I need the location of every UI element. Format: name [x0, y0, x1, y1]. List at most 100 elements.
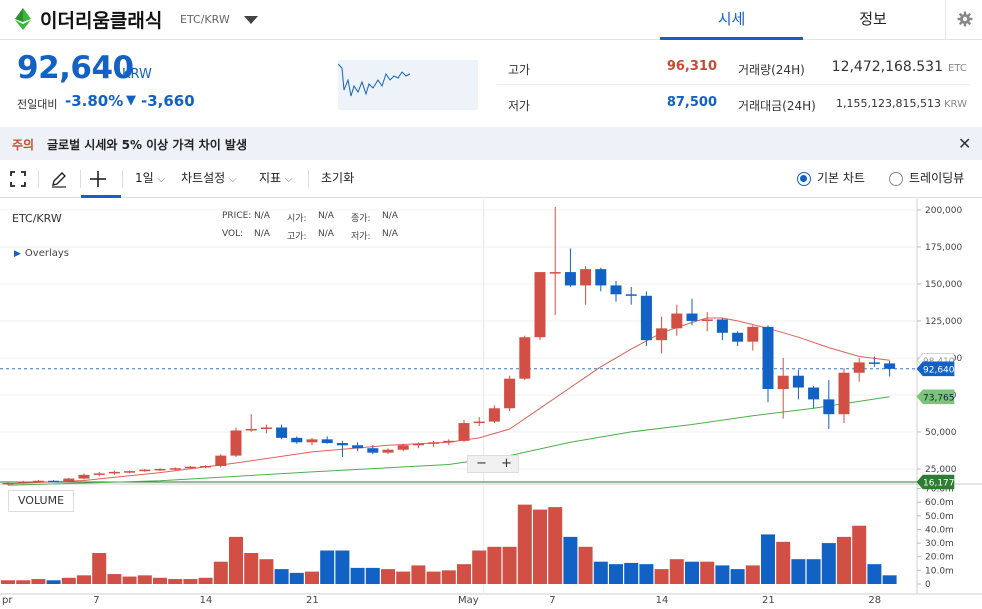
x-tick-label: 21 [306, 595, 319, 606]
candle-body [808, 387, 820, 400]
volume-bar [472, 550, 487, 584]
indicators-dropdown[interactable]: 지표 ⌵ [259, 160, 293, 198]
tradingview-label[interactable]: 트레이딩뷰 [909, 160, 964, 198]
tab-price[interactable]: 시세 [660, 0, 803, 40]
volume-bar [624, 562, 639, 584]
volume-bar [92, 553, 107, 584]
price-chart[interactable]: 200,000175,000150,000125,000100,00075,00… [0, 199, 982, 609]
y-tick-label: 50,000 [925, 428, 957, 438]
tab-info[interactable]: 정보 [803, 0, 943, 40]
candle-body [17, 481, 29, 484]
coin-header: 이더리움클래식 ETC/KRW 시세 정보 [0, 0, 982, 40]
chart-settings-dropdown[interactable]: 차트설정 ⌵ [181, 160, 237, 198]
volume-bar [715, 565, 730, 584]
volume-bar [685, 561, 699, 584]
ohlc-value: N/A [254, 229, 270, 239]
y-tick-label: 25,000 [925, 465, 957, 475]
candle-body [260, 427, 272, 430]
volume-bar [837, 536, 851, 584]
turnover-unit: KRW [944, 99, 967, 110]
volume-bar [320, 550, 335, 584]
high-value: 96,310 [666, 59, 717, 74]
volume-bar [168, 579, 183, 584]
volume-bar [761, 534, 775, 584]
volume-bar [365, 567, 380, 584]
candle-body [868, 362, 880, 364]
volume-bar [31, 579, 46, 584]
candle-body [716, 319, 728, 333]
overlays-toggle[interactable]: ▶ Overlays [14, 248, 69, 259]
volume-bar [867, 564, 882, 584]
fullscreen-button[interactable] [10, 160, 30, 198]
turnover-value: 1,155,123,815,513 [836, 97, 941, 110]
x-tick-label: 21 [762, 595, 775, 606]
candlestick-chart-svg[interactable]: 200,000175,000150,000125,000100,00075,00… [0, 199, 982, 609]
volume-bar [244, 553, 259, 584]
vol-tick-label: 60.0m [925, 498, 954, 508]
price-tag-label: 92,640 [923, 365, 955, 375]
volume-bar [137, 575, 152, 584]
active-tool-indicator [81, 195, 121, 198]
basic-chart-label[interactable]: 기본 차트 [817, 160, 865, 198]
interval-dropdown[interactable]: 1일 ⌵ [135, 160, 165, 198]
volume-bar [153, 577, 167, 584]
toolbar-divider [122, 170, 123, 188]
volume-bar [381, 569, 395, 584]
ohlc-value: N/A [382, 229, 398, 239]
tradingview-radio[interactable] [889, 172, 903, 186]
chevron-down-icon: ⌵ [157, 174, 166, 185]
gear-icon [957, 11, 973, 27]
volume-bar [122, 576, 137, 584]
crosshair-icon [90, 171, 106, 187]
candle-body [276, 427, 288, 438]
crosshair-button[interactable] [90, 160, 110, 198]
candle-body [48, 480, 60, 483]
candle-body [32, 480, 44, 483]
close-icon[interactable]: ✕ [958, 134, 971, 153]
candle-body [93, 473, 105, 475]
candle-body [367, 448, 379, 453]
volume-bar [441, 570, 456, 584]
volume-bar [730, 569, 745, 584]
volume-pane-label: VOLUME [8, 490, 74, 512]
candle-body [473, 421, 485, 424]
volume-bar [229, 536, 243, 584]
overlays-label: Overlays [24, 248, 70, 259]
candle-body [686, 313, 698, 321]
draw-button[interactable] [50, 160, 70, 198]
vol-tick-label: 50.0m [925, 512, 954, 522]
settings-button[interactable] [945, 0, 982, 40]
candle-body [63, 478, 75, 482]
coin-select-caret-icon[interactable] [244, 16, 258, 24]
vol-tick-label: 10.0m [925, 566, 954, 576]
indicators-label: 지표 [259, 171, 282, 185]
candle-body [2, 483, 14, 485]
vol-tick-label: 0 [925, 580, 931, 590]
zoom-out-button[interactable]: − [476, 456, 487, 471]
zoom-in-button[interactable]: + [501, 456, 512, 471]
basic-chart-radio[interactable] [797, 172, 811, 186]
candle-body [321, 439, 333, 444]
y-tick-label: 125,000 [925, 317, 962, 327]
candle-body [443, 440, 455, 443]
x-tick-label: 7 [549, 595, 555, 606]
coin-name[interactable]: 이더리움클래식 [40, 6, 162, 33]
volume-bar [533, 509, 547, 584]
candle-body [382, 449, 394, 453]
volume-bar [669, 559, 684, 584]
candle-body [884, 363, 896, 369]
volume-bar [852, 525, 867, 584]
vol-tick-label: 20.0m [925, 553, 954, 563]
candle-body [200, 465, 212, 468]
toolbar-divider [38, 170, 39, 188]
x-tick-label: 28 [868, 595, 881, 606]
volume-bar [289, 572, 304, 584]
candle-body [640, 295, 652, 341]
volume-bar [198, 577, 213, 584]
ma-short-line [7, 317, 890, 485]
volume-bar [411, 565, 426, 584]
volume-bar [639, 564, 654, 584]
ohlc-key: 종가: [351, 214, 371, 224]
candle-body [306, 439, 318, 443]
reset-button[interactable]: 초기화 [321, 160, 354, 198]
